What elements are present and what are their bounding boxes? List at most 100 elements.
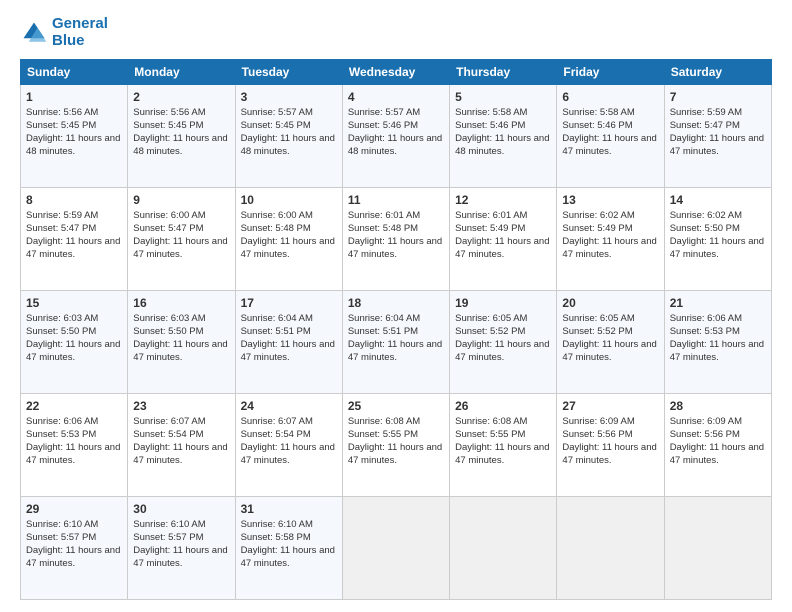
sunset-text: Sunset: 5:47 PM (670, 120, 740, 131)
calendar-day-31: 31 Sunrise: 6:10 AM Sunset: 5:58 PM Dayligh… (235, 497, 342, 600)
day-number: 26 (455, 398, 551, 414)
sunset-text: Sunset: 5:49 PM (562, 223, 632, 234)
sunset-text: Sunset: 5:50 PM (26, 326, 96, 337)
sunset-text: Sunset: 5:57 PM (26, 532, 96, 543)
day-number: 23 (133, 398, 229, 414)
sunrise-text: Sunrise: 6:07 AM (241, 416, 313, 427)
day-number: 17 (241, 295, 337, 311)
sunrise-text: Sunrise: 6:10 AM (26, 519, 98, 530)
calendar-day-17: 17Sunrise: 6:04 AMSunset: 5:51 PMDayligh… (235, 291, 342, 394)
sunset-text: Sunset: 5:45 PM (26, 120, 96, 131)
calendar-day-7: 7Sunrise: 5:59 AMSunset: 5:47 PMDaylight… (664, 85, 771, 188)
sunset-text: Sunset: 5:53 PM (26, 429, 96, 440)
sunset-text: Sunset: 5:56 PM (670, 429, 740, 440)
daylight-text: Daylight: 11 hours and 47 minutes. (348, 236, 442, 260)
day-number: 15 (26, 295, 122, 311)
calendar-table: SundayMondayTuesdayWednesdayThursdayFrid… (20, 59, 772, 600)
header: GeneralBlue (20, 16, 772, 49)
calendar-day-11: 11Sunrise: 6:01 AMSunset: 5:48 PMDayligh… (342, 188, 449, 291)
daylight-text: Daylight: 11 hours and 47 minutes. (241, 442, 335, 466)
logo: GeneralBlue (20, 16, 108, 49)
sunrise-text: Sunrise: 6:03 AM (133, 313, 205, 324)
daylight-text: Daylight: 11 hours and 47 minutes. (562, 236, 656, 260)
sunset-text: Sunset: 5:58 PM (241, 532, 311, 543)
sunrise-text: Sunrise: 6:02 AM (670, 210, 742, 221)
sunrise-text: Sunrise: 5:56 AM (133, 107, 205, 118)
calendar-day-21: 21Sunrise: 6:06 AMSunset: 5:53 PMDayligh… (664, 291, 771, 394)
calendar-week-5: 29 Sunrise: 6:10 AM Sunset: 5:57 PM Dayligh… (21, 497, 772, 600)
sunrise-text: Sunrise: 6:06 AM (670, 313, 742, 324)
daylight-text: Daylight: 11 hours and 47 minutes. (348, 442, 442, 466)
daylight-text: Daylight: 11 hours and 47 minutes. (241, 236, 335, 260)
daylight-text: Daylight: 11 hours and 47 minutes. (670, 133, 764, 157)
sunrise-text: Sunrise: 6:10 AM (133, 519, 205, 530)
sunset-text: Sunset: 5:55 PM (455, 429, 525, 440)
calendar-day-20: 20Sunrise: 6:05 AMSunset: 5:52 PMDayligh… (557, 291, 664, 394)
calendar-day-26: 26Sunrise: 6:08 AMSunset: 5:55 PMDayligh… (450, 394, 557, 497)
day-number: 24 (241, 398, 337, 414)
sunset-text: Sunset: 5:49 PM (455, 223, 525, 234)
day-number: 14 (670, 192, 766, 208)
day-number: 7 (670, 89, 766, 105)
day-header-thursday: Thursday (450, 60, 557, 85)
calendar-day-3: 3Sunrise: 5:57 AMSunset: 5:45 PMDaylight… (235, 85, 342, 188)
calendar-day-2: 2Sunrise: 5:56 AMSunset: 5:45 PMDaylight… (128, 85, 235, 188)
sunrise-text: Sunrise: 5:58 AM (562, 107, 634, 118)
daylight-text: Daylight: 11 hours and 47 minutes. (133, 339, 227, 363)
daylight-text: Daylight: 11 hours and 47 minutes. (455, 236, 549, 260)
calendar-week-4: 22Sunrise: 6:06 AMSunset: 5:53 PMDayligh… (21, 394, 772, 497)
page: GeneralBlue SundayMondayTuesdayWednesday… (0, 0, 792, 612)
sunrise-text: Sunrise: 6:05 AM (562, 313, 634, 324)
daylight-text: Daylight: 11 hours and 47 minutes. (241, 545, 335, 569)
day-header-wednesday: Wednesday (342, 60, 449, 85)
sunset-text: Sunset: 5:52 PM (455, 326, 525, 337)
calendar-empty (664, 497, 771, 600)
calendar-empty (342, 497, 449, 600)
day-header-friday: Friday (557, 60, 664, 85)
day-number: 1 (26, 89, 122, 105)
sunrise-text: Sunrise: 6:04 AM (241, 313, 313, 324)
calendar-day-5: 5Sunrise: 5:58 AMSunset: 5:46 PMDaylight… (450, 85, 557, 188)
sunrise-text: Sunrise: 6:10 AM (241, 519, 313, 530)
day-number: 29 (26, 501, 122, 517)
day-header-saturday: Saturday (664, 60, 771, 85)
day-number: 25 (348, 398, 444, 414)
sunset-text: Sunset: 5:56 PM (562, 429, 632, 440)
daylight-text: Daylight: 11 hours and 47 minutes. (670, 442, 764, 466)
day-header-monday: Monday (128, 60, 235, 85)
calendar-day-10: 10Sunrise: 6:00 AMSunset: 5:48 PMDayligh… (235, 188, 342, 291)
sunrise-text: Sunrise: 6:05 AM (455, 313, 527, 324)
calendar-day-1: 1Sunrise: 5:56 AMSunset: 5:45 PMDaylight… (21, 85, 128, 188)
day-number: 31 (241, 501, 337, 517)
calendar-week-2: 8Sunrise: 5:59 AMSunset: 5:47 PMDaylight… (21, 188, 772, 291)
sunset-text: Sunset: 5:50 PM (670, 223, 740, 234)
calendar-day-15: 15Sunrise: 6:03 AMSunset: 5:50 PMDayligh… (21, 291, 128, 394)
daylight-text: Daylight: 11 hours and 47 minutes. (133, 442, 227, 466)
daylight-text: Daylight: 11 hours and 47 minutes. (455, 339, 549, 363)
sunset-text: Sunset: 5:48 PM (348, 223, 418, 234)
day-number: 6 (562, 89, 658, 105)
sunrise-text: Sunrise: 5:57 AM (241, 107, 313, 118)
day-number: 2 (133, 89, 229, 105)
sunrise-text: Sunrise: 6:04 AM (348, 313, 420, 324)
day-number: 9 (133, 192, 229, 208)
calendar-day-4: 4Sunrise: 5:57 AMSunset: 5:46 PMDaylight… (342, 85, 449, 188)
calendar-day-14: 14Sunrise: 6:02 AMSunset: 5:50 PMDayligh… (664, 188, 771, 291)
daylight-text: Daylight: 11 hours and 47 minutes. (348, 339, 442, 363)
sunset-text: Sunset: 5:47 PM (26, 223, 96, 234)
sunrise-text: Sunrise: 6:09 AM (670, 416, 742, 427)
daylight-text: Daylight: 11 hours and 47 minutes. (133, 545, 227, 569)
day-header-sunday: Sunday (21, 60, 128, 85)
day-number: 16 (133, 295, 229, 311)
daylight-text: Daylight: 11 hours and 47 minutes. (455, 442, 549, 466)
day-number: 3 (241, 89, 337, 105)
calendar-day-16: 16Sunrise: 6:03 AMSunset: 5:50 PMDayligh… (128, 291, 235, 394)
sunset-text: Sunset: 5:45 PM (241, 120, 311, 131)
sunset-text: Sunset: 5:46 PM (562, 120, 632, 131)
daylight-text: Daylight: 11 hours and 48 minutes. (348, 133, 442, 157)
calendar-day-22: 22Sunrise: 6:06 AMSunset: 5:53 PMDayligh… (21, 394, 128, 497)
calendar-day-6: 6Sunrise: 5:58 AMSunset: 5:46 PMDaylight… (557, 85, 664, 188)
daylight-text: Daylight: 11 hours and 47 minutes. (241, 339, 335, 363)
day-number: 8 (26, 192, 122, 208)
daylight-text: Daylight: 11 hours and 47 minutes. (670, 339, 764, 363)
